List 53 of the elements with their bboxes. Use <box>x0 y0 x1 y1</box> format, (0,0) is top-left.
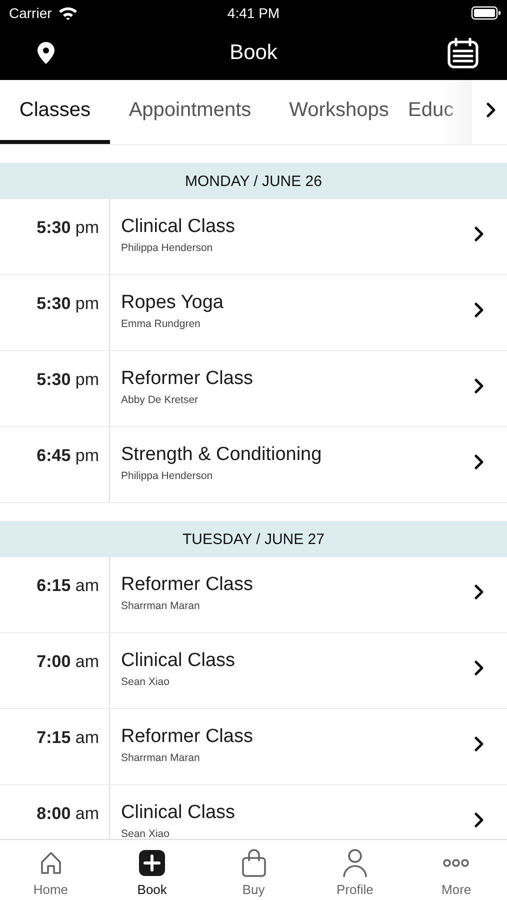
tab-bar-item[interactable]: Book <box>101 840 203 900</box>
class-time: 6:45 pm <box>36 446 99 465</box>
class-time: 7:00 am <box>36 652 99 671</box>
class-name: Clinical Class <box>121 216 236 237</box>
class-time: 8:00 am <box>36 804 99 823</box>
class-row[interactable]: 5:30 pm Clinical Class Philippa Henderson <box>0 199 507 275</box>
tab[interactable]: Classes <box>0 80 110 144</box>
class-name: Ropes Yoga <box>121 292 224 313</box>
tab-bar-item[interactable]: Home <box>0 840 102 900</box>
carrier-label: Carrier <box>9 4 52 20</box>
calendar-icon[interactable] <box>447 36 479 68</box>
class-name: Clinical Class <box>121 802 236 823</box>
location-pin-icon[interactable] <box>36 40 56 64</box>
instructor-name: Sean Xiao <box>121 828 170 839</box>
instructor-name: Sharrman Maran <box>121 600 200 612</box>
class-name: Reformer Class <box>121 574 253 595</box>
class-time: 7:15 am <box>36 728 99 747</box>
instructor-name: Philippa Henderson <box>121 470 213 482</box>
day-header: TUESDAY / JUNE 27 <box>0 521 507 557</box>
tab[interactable]: Workshops <box>270 80 408 144</box>
class-name: Strength & Conditioning <box>121 444 322 465</box>
class-time: 5:30 pm <box>36 294 99 313</box>
more-dots-icon <box>442 858 470 868</box>
tab-bar-item[interactable]: More <box>406 840 507 900</box>
page-title: Book <box>230 40 278 64</box>
class-row[interactable]: 7:00 am Clinical Class Sean Xiao <box>0 633 507 709</box>
day-header: MONDAY / JUNE 26 <box>0 163 507 199</box>
class-time: 5:30 pm <box>36 218 99 237</box>
instructor-name: Emma Rundgren <box>121 318 200 330</box>
plus-square-icon <box>138 849 166 877</box>
tab-bar-item[interactable]: Buy <box>202 840 304 900</box>
instructor-name: Sharrman Maran <box>121 752 200 764</box>
class-name: Reformer Class <box>121 368 253 389</box>
battery-icon <box>471 6 501 20</box>
class-row[interactable]: 6:45 pm Strength & Conditioning Philippa Henderson <box>0 427 507 503</box>
wifi-icon <box>58 6 78 20</box>
tab-bar-item[interactable]: Profile <box>304 840 406 900</box>
shopping-bag-icon <box>240 849 267 877</box>
class-name: Clinical Class <box>121 650 236 671</box>
class-time: 6:15 am <box>36 576 99 595</box>
class-row[interactable]: 5:30 pm Reformer Class Abby De Kretser <box>0 351 507 427</box>
class-name: Reformer Class <box>121 726 253 747</box>
clock-time: 4:41 PM <box>227 4 280 20</box>
person-icon <box>342 848 368 878</box>
instructor-name: Philippa Henderson <box>121 242 213 254</box>
instructor-name: Sean Xiao <box>121 676 170 688</box>
class-row[interactable]: 7:15 am Reformer Class Sharrman Maran <box>0 709 507 785</box>
tab[interactable]: Educ <box>408 80 498 144</box>
class-row[interactable]: 6:15 am Reformer Class Sharrman Maran <box>0 557 507 633</box>
tab[interactable]: Appointments <box>110 80 270 144</box>
instructor-name: Abby De Kretser <box>121 394 198 406</box>
class-time: 5:30 pm <box>36 370 99 389</box>
class-row[interactable]: 5:30 pm Ropes Yoga Emma Rundgren <box>0 275 507 351</box>
